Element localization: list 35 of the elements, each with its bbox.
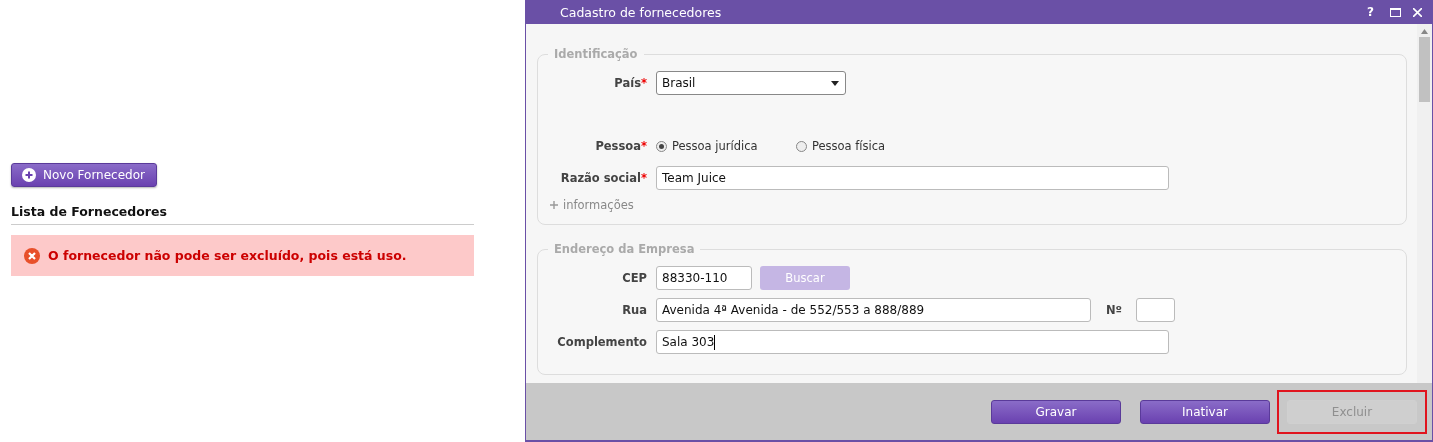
text-field[interactable]: Sala 303 xyxy=(656,330,1169,354)
field-label: Rua xyxy=(621,303,648,317)
action-button[interactable]: Gravar xyxy=(991,399,1121,424)
field-label: Complemento xyxy=(556,335,648,349)
list-title: Lista de Fornecedores xyxy=(11,204,474,225)
window-title: Cadastro de fornecedores xyxy=(560,4,723,20)
section-legend: Endereço da Empresa xyxy=(548,242,701,256)
street-field[interactable]: Avenida 4ª Avenida - de 552/553 a 888/889 xyxy=(656,298,1091,322)
help-button[interactable]: ? xyxy=(1367,5,1374,19)
scroll-thumb[interactable] xyxy=(1419,37,1430,102)
field-label: Pessoa* xyxy=(594,139,648,153)
radio-button[interactable] xyxy=(796,140,807,152)
maximize-icon[interactable] xyxy=(1390,7,1401,17)
field-label: Nº xyxy=(1106,303,1123,317)
scroll-up-icon[interactable] xyxy=(1421,29,1428,34)
action-button[interactable]: Inativar xyxy=(1140,399,1270,424)
error-icon xyxy=(24,247,40,264)
section-legend: Identificação xyxy=(548,47,644,61)
new-supplier-button[interactable]: Novo Fornecedor xyxy=(11,163,157,187)
radio-option[interactable]: Pessoa jurídica xyxy=(656,139,796,153)
field-label: País* xyxy=(613,76,648,90)
radio-option[interactable]: Pessoa física xyxy=(796,139,936,153)
plus-icon xyxy=(22,168,36,182)
text-field[interactable]: Team Juice xyxy=(656,166,1169,190)
field-label: Razão social* xyxy=(559,171,648,185)
plus-icon xyxy=(550,201,558,209)
country-select[interactable]: Brasil xyxy=(656,71,846,95)
postal-code-field[interactable]: 88330-110 xyxy=(656,266,752,290)
radio-button[interactable] xyxy=(656,140,667,152)
dropdown-caret-icon xyxy=(831,80,839,86)
field-label: CEP xyxy=(621,271,648,285)
scrollbar[interactable] xyxy=(1417,24,1432,383)
error-message: O fornecedor não pode ser excluído, pois está uso. xyxy=(48,248,407,263)
number-field[interactable] xyxy=(1136,298,1176,322)
close-icon[interactable] xyxy=(1413,7,1422,17)
